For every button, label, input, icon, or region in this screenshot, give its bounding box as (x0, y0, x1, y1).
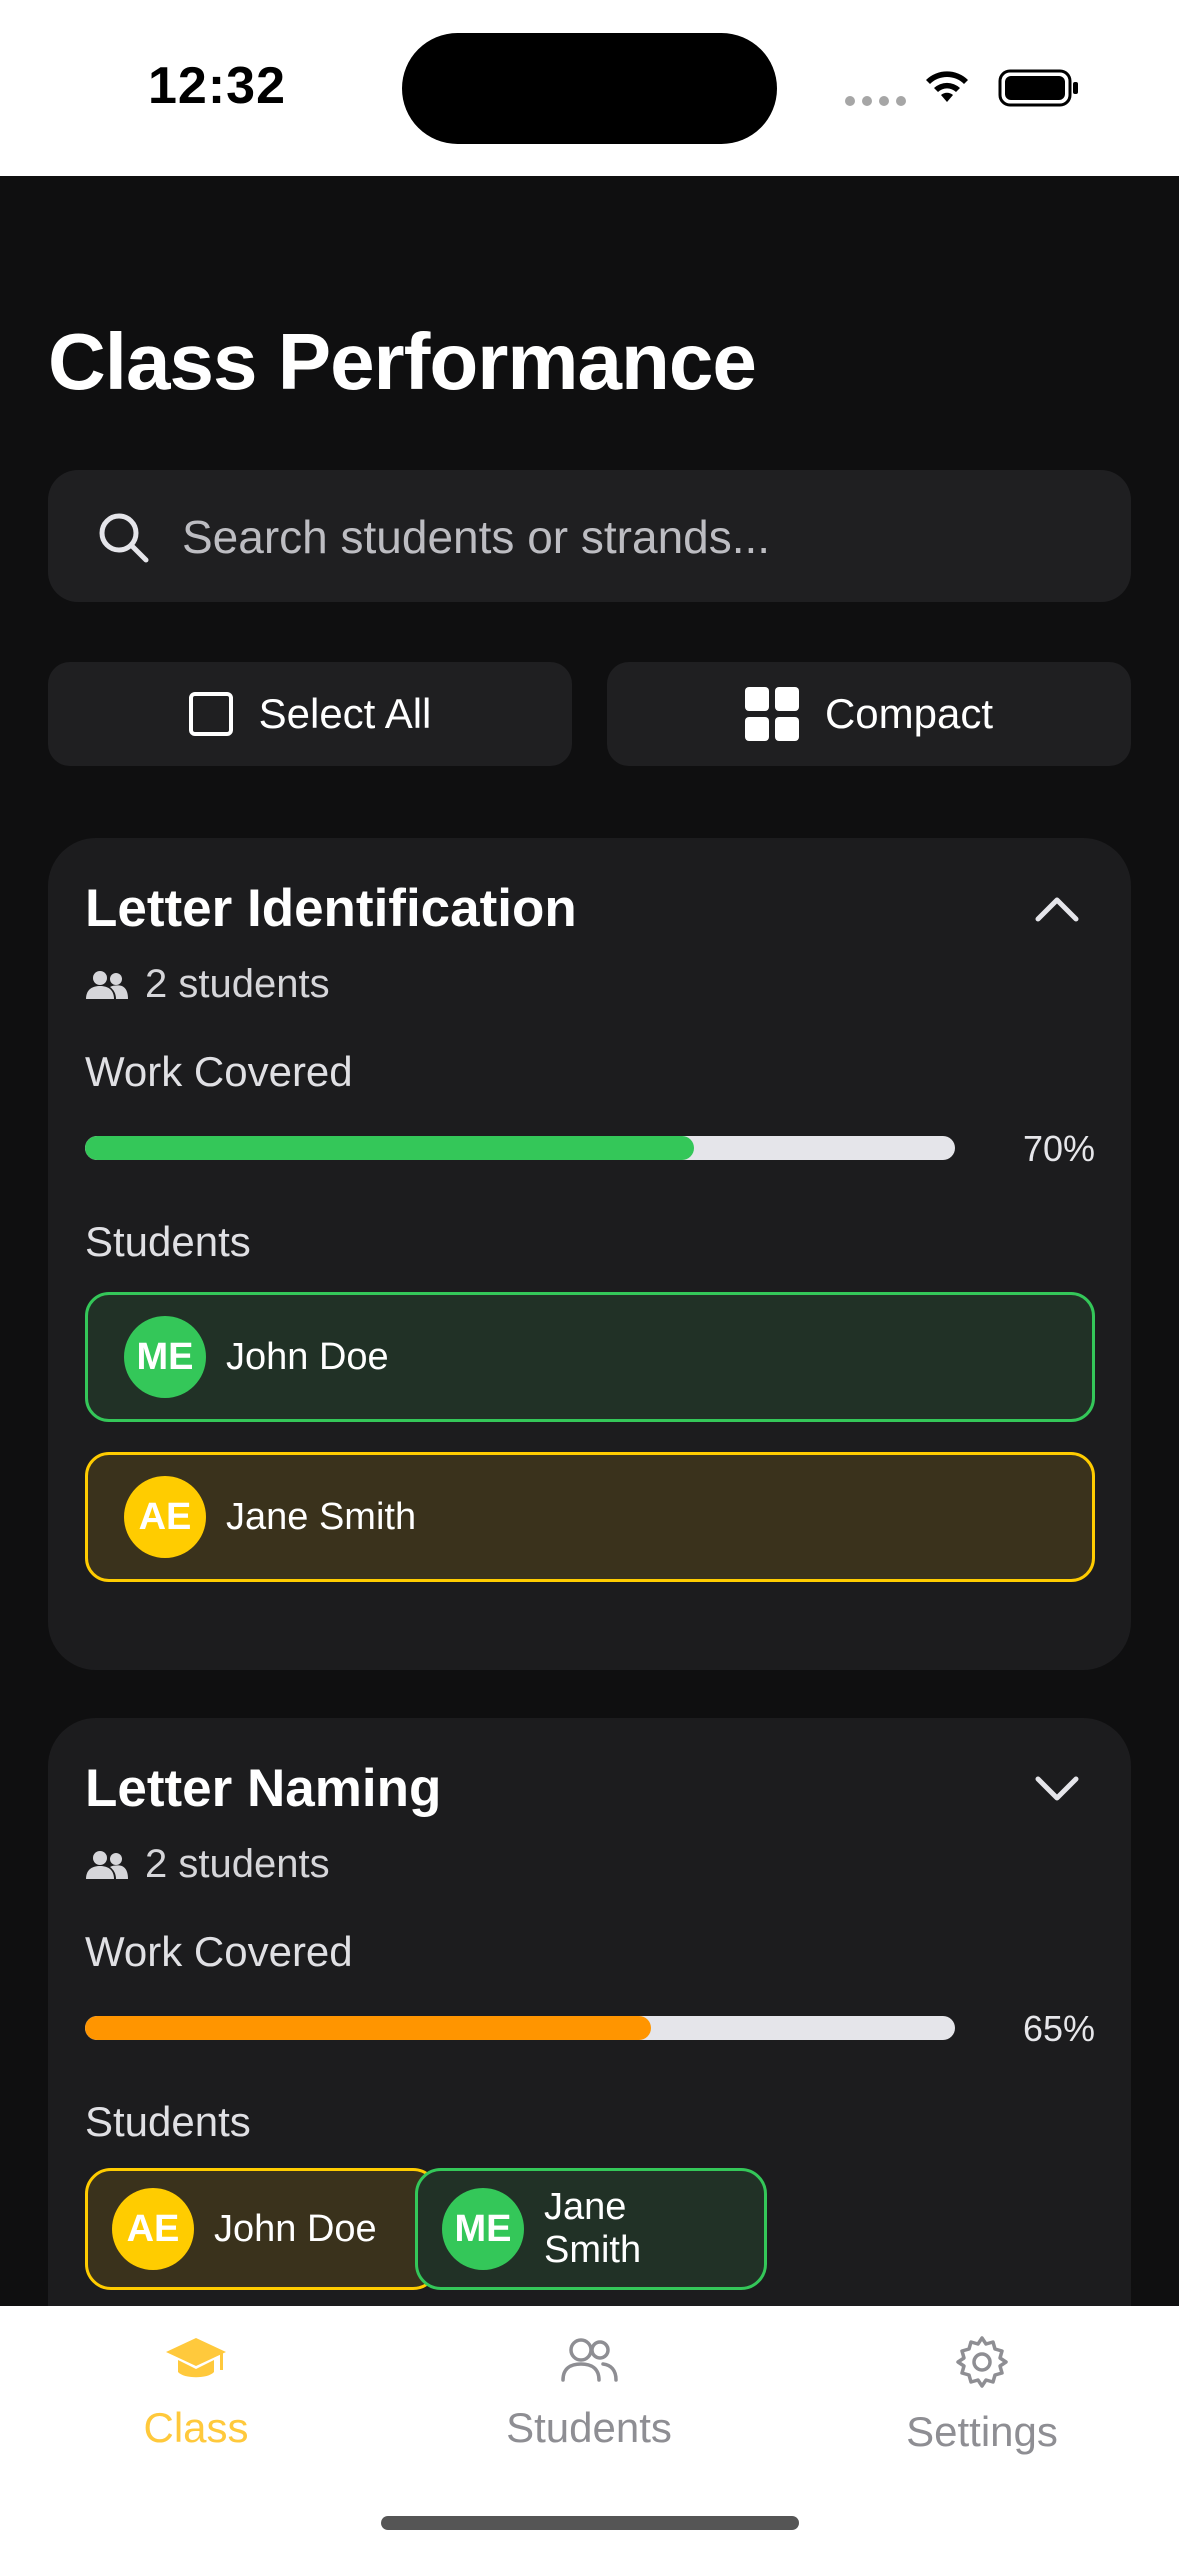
strand-title: Letter Identification (85, 879, 577, 938)
student-row[interactable]: ME John Doe (85, 1292, 1095, 1422)
student-row[interactable]: AE Jane Smith (85, 1452, 1095, 1582)
student-count-text: 2 students (145, 962, 330, 1006)
tab-class[interactable]: Class (46, 2334, 346, 2452)
progress-percent: 70% (1022, 1128, 1095, 1169)
progress-fill (85, 2016, 651, 2040)
select-all-button[interactable]: Select All (48, 662, 572, 766)
work-progress-bar (85, 1136, 955, 1160)
students-label: Students (85, 1218, 251, 1265)
avatar: AE (112, 2188, 194, 2270)
search-input[interactable] (180, 470, 1084, 604)
tab-students[interactable]: Students (439, 2334, 739, 2452)
chevron-up-icon[interactable] (1035, 896, 1079, 922)
progress-fill (85, 1136, 694, 1160)
status-bar: 12:32 (0, 0, 1179, 176)
tab-students-label: Students (506, 2404, 672, 2451)
student-count: 2 students (85, 962, 330, 1007)
graduation-cap-icon (166, 2338, 226, 2378)
home-indicator (381, 2516, 799, 2530)
tab-class-label: Class (143, 2404, 249, 2451)
wifi-icon (926, 71, 968, 102)
gear-icon (956, 2336, 1008, 2388)
student-name: Jane Smith (226, 1495, 417, 1538)
avatar: AE (124, 1476, 206, 1558)
compact-label: Compact (824, 690, 994, 737)
student-chip[interactable]: ME Jane Smith (415, 2168, 767, 2290)
people-icon (561, 2338, 618, 2382)
chevron-down-icon[interactable] (1035, 1776, 1079, 1802)
tab-settings[interactable]: Settings (832, 2334, 1132, 2456)
student-name: Jane Smith (543, 2186, 642, 2271)
student-name: John Doe (214, 2207, 377, 2250)
grid-icon (744, 687, 799, 741)
progress-percent: 65% (1022, 2008, 1095, 2049)
student-name: John Doe (226, 1335, 389, 1378)
search-bar[interactable] (48, 470, 1131, 604)
compact-view-button[interactable]: Compact (607, 662, 1131, 766)
status-time: 12:32 (148, 57, 286, 115)
select-all-label: Select All (258, 690, 432, 737)
checkbox-icon (188, 692, 233, 736)
page-title: Class Performance (48, 317, 757, 406)
student-count: 2 students (85, 1842, 330, 1887)
avatar: ME (124, 1316, 206, 1398)
strand-title: Letter Naming (85, 1759, 442, 1818)
avatar: ME (442, 2188, 524, 2270)
search-icon (99, 513, 149, 563)
students-label: Students (85, 2098, 251, 2145)
work-progress-bar (85, 2016, 955, 2040)
strand-card-letter-naming: Letter Naming 2 students Work Covered 65… (48, 1718, 1131, 2306)
app-content: Class Performance Select All Compact Let… (0, 176, 1179, 2306)
people-icon (86, 970, 128, 999)
strand-card-letter-identification: Letter Identification 2 students Work Co… (48, 838, 1131, 1670)
cellular-signal-icon (845, 96, 906, 106)
battery-icon (998, 69, 1078, 107)
dynamic-island (402, 33, 777, 144)
student-count-text: 2 students (145, 1842, 330, 1886)
people-icon (86, 1850, 128, 1879)
student-chip[interactable]: AE John Doe (85, 2168, 439, 2290)
work-covered-label: Work Covered (85, 1928, 353, 1975)
work-covered-label: Work Covered (85, 1048, 353, 1095)
tab-settings-label: Settings (906, 2408, 1058, 2455)
